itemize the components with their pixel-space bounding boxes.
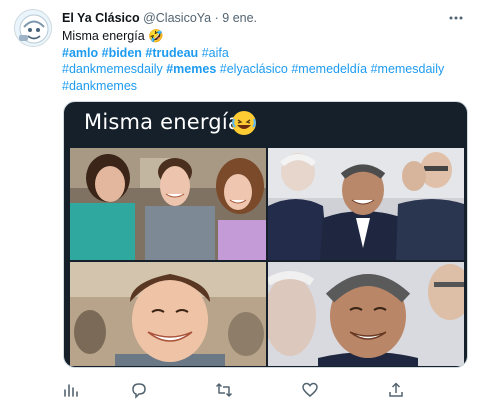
tweet-header: El Ya Clásico @ClasicoYa · 9 ene. <box>62 10 257 26</box>
avatar-illustration <box>15 10 51 46</box>
reply-button[interactable] <box>130 381 148 399</box>
hashtag-link[interactable]: #memes <box>166 62 216 76</box>
avatar[interactable] <box>14 9 52 47</box>
analytics-button[interactable] <box>62 381 80 399</box>
analytics-icon <box>64 384 78 397</box>
more-options-button[interactable] <box>447 9 465 27</box>
photo-illustration <box>70 148 266 260</box>
hashtag-link[interactable]: #dankmemes <box>62 79 137 93</box>
media-caption: Misma energía <box>84 110 241 134</box>
meme-panel-politicians-group <box>268 148 464 260</box>
hashtag-link[interactable]: #elyaclásico <box>220 62 288 76</box>
hashtag-link[interactable]: #trudeau <box>145 46 198 60</box>
tweet-text-content: Misma energía <box>62 29 145 43</box>
tweet-actions-bar <box>62 381 422 399</box>
laughing-emoji: 🤣 <box>148 29 164 43</box>
hashtags-line-3: #dankmemes <box>62 78 462 95</box>
hashtag-link[interactable]: #memesdaily <box>371 62 445 76</box>
share-button[interactable] <box>387 381 405 399</box>
laughing-emoji-icon <box>232 111 256 135</box>
meme-panel-teen-closeup <box>70 262 266 366</box>
user-handle[interactable]: @ClasicoYa <box>143 11 211 25</box>
photo-illustration <box>70 262 266 366</box>
tweet-main-text: Misma energía 🤣 <box>62 28 462 45</box>
more-dots-icon <box>449 16 463 20</box>
hashtag-link[interactable]: #memedeldía <box>291 62 367 76</box>
hashtags-line-1: #amlo #biden #trudeau #aifa <box>62 45 462 62</box>
tweet-card[interactable]: El Ya Clásico @ClasicoYa · 9 ene. Misma … <box>0 0 479 407</box>
hashtag-link[interactable]: #amlo <box>62 46 98 60</box>
photo-illustration <box>268 148 464 260</box>
heart-icon <box>302 382 318 397</box>
tweet-text: Misma energía 🤣 #amlo #biden #trudeau #a… <box>62 28 462 94</box>
hashtag-link[interactable]: #aifa <box>202 46 229 60</box>
meme-panel-politician-closeup <box>268 262 464 366</box>
separator-dot: · <box>214 11 219 25</box>
hashtag-link[interactable]: #biden <box>102 46 142 60</box>
tweet-date[interactable]: 9 ene. <box>222 11 257 25</box>
like-button[interactable] <box>301 381 319 399</box>
share-icon <box>389 382 403 397</box>
photo-illustration <box>268 262 464 366</box>
reply-icon <box>132 383 146 399</box>
hashtag-link[interactable]: #dankmemesdaily <box>62 62 163 76</box>
meme-panel-teens-group <box>70 148 266 260</box>
tweet-media-image[interactable]: Misma energía <box>63 101 468 368</box>
hashtags-line-2: #dankmemesdaily #memes #elyaclásico #mem… <box>62 61 462 78</box>
retweet-button[interactable] <box>215 381 233 399</box>
retweet-icon <box>215 383 233 397</box>
display-name[interactable]: El Ya Clásico <box>62 11 140 25</box>
